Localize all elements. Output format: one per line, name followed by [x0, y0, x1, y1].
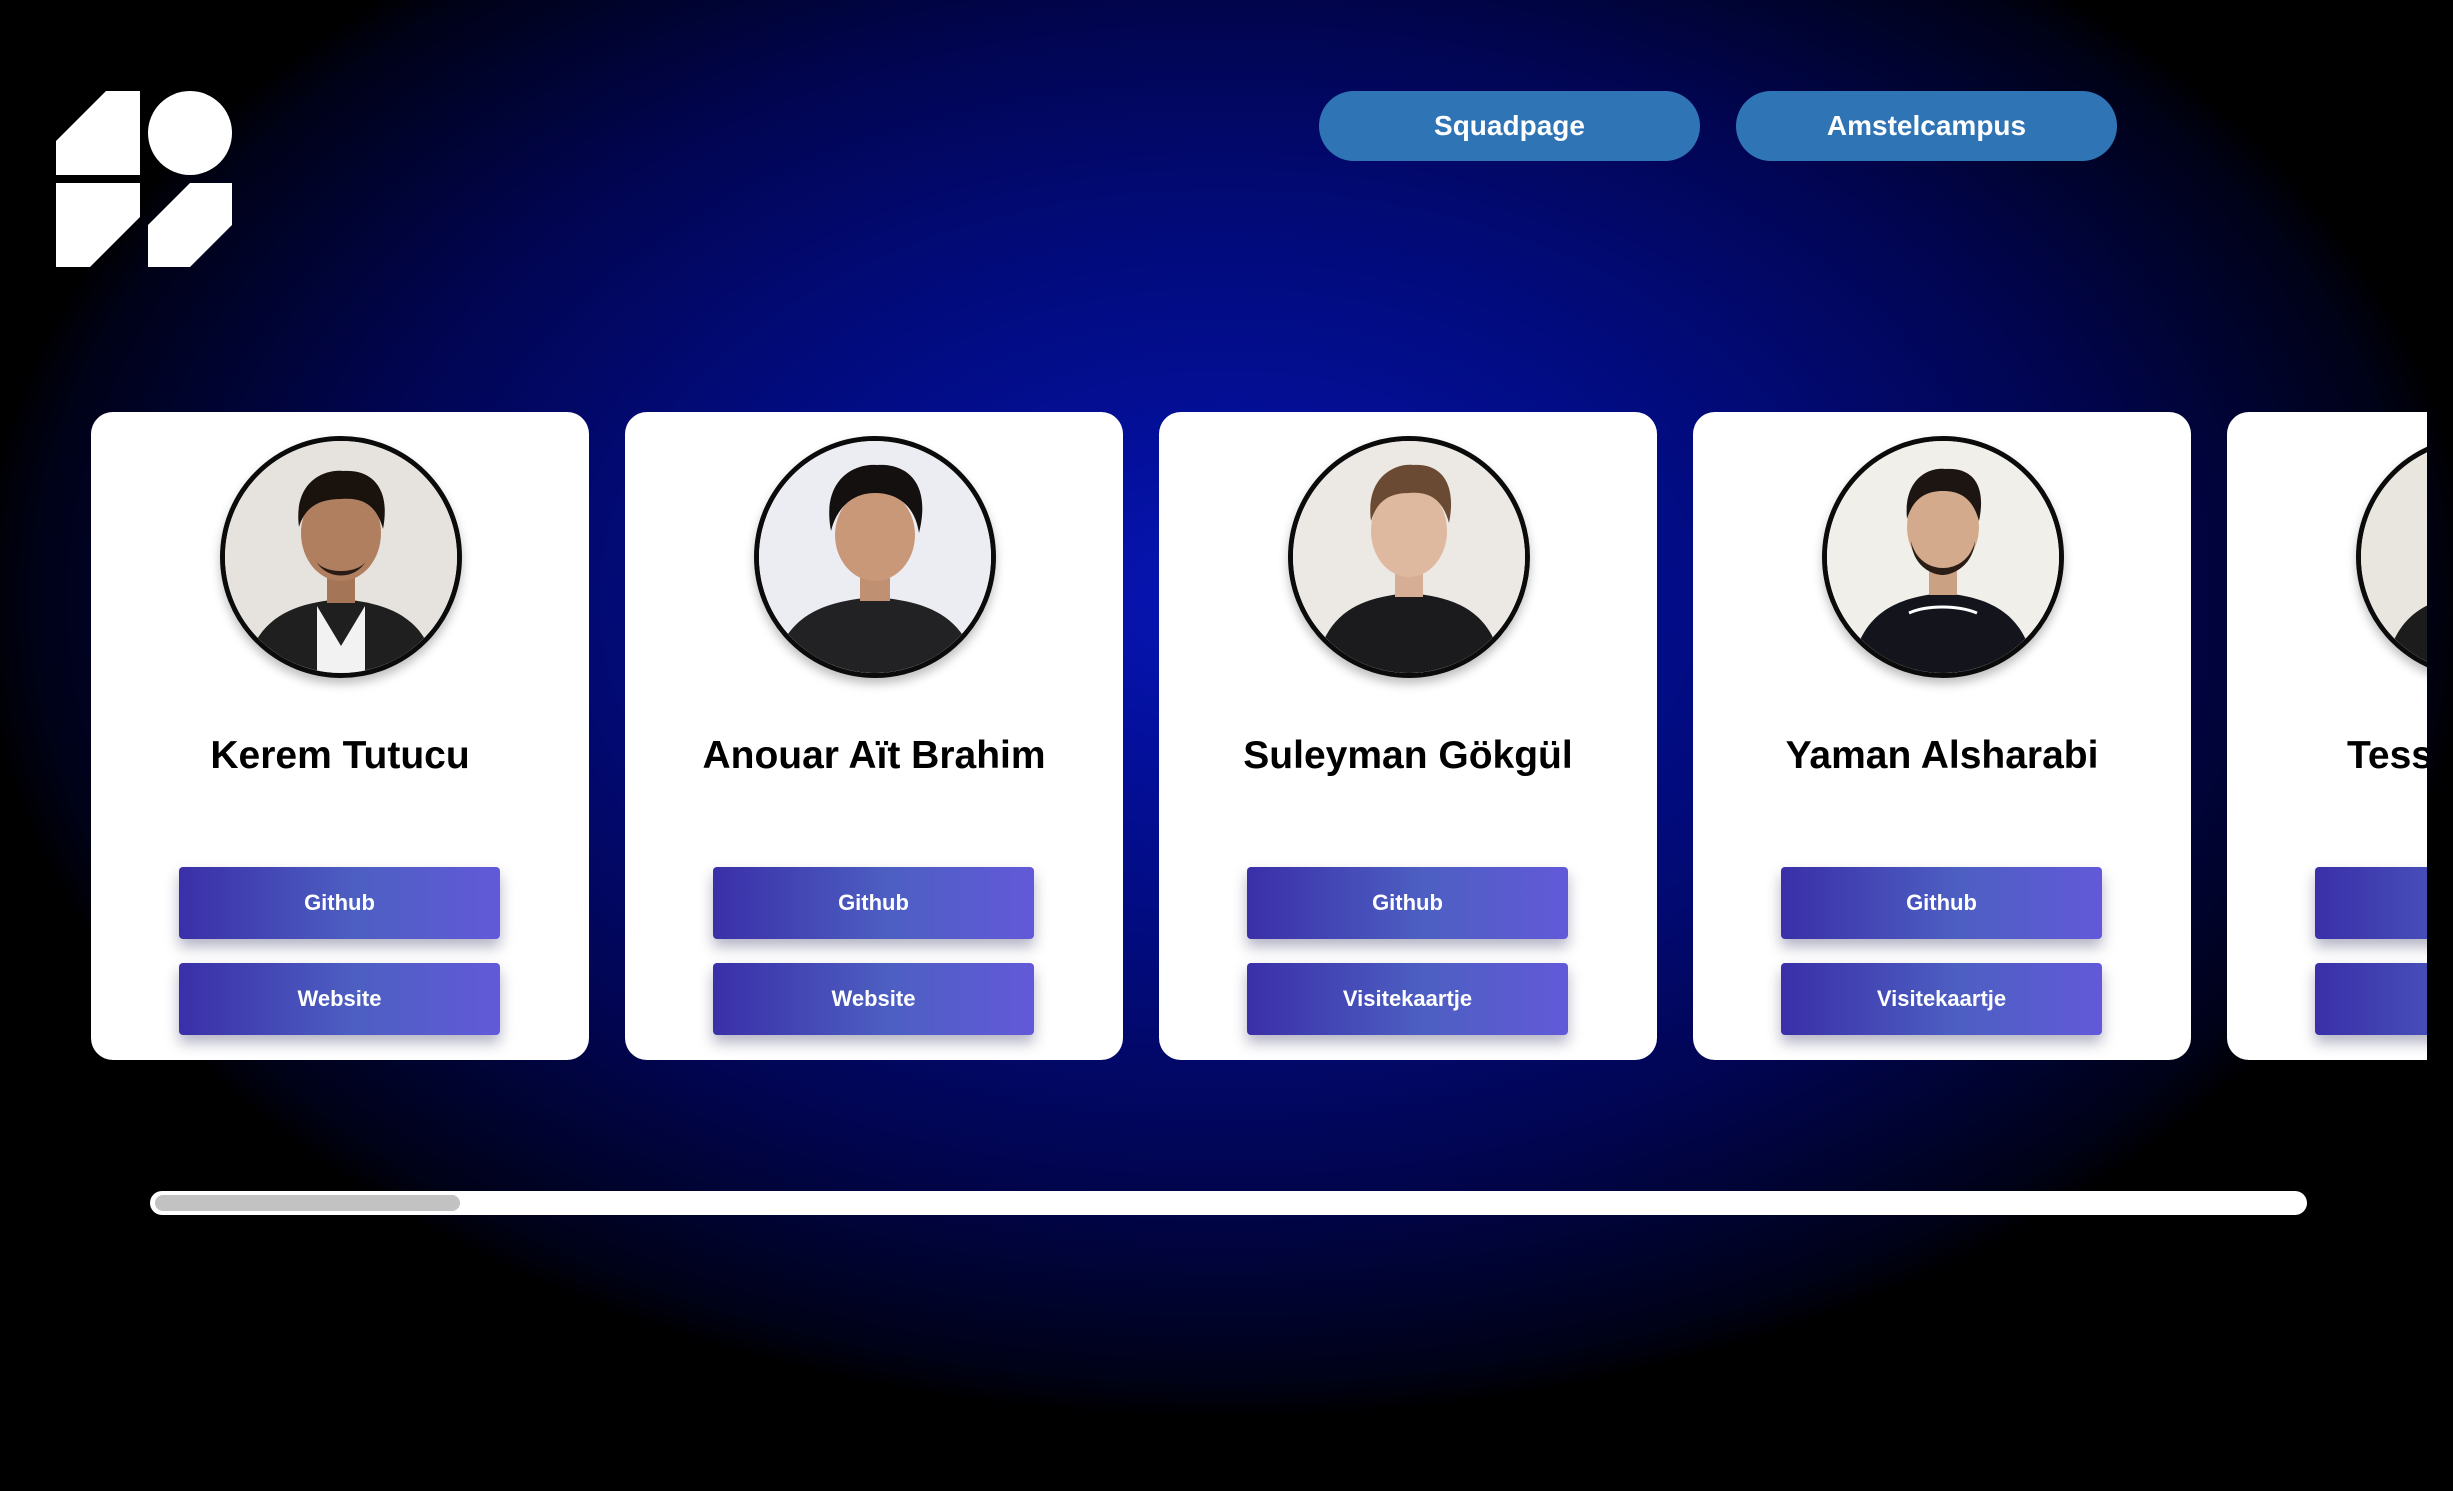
student-cards-carousel[interactable]: Kerem Tutucu Github Website Anouar Aït B… [91, 412, 2427, 1060]
github-button[interactable]: Github [1247, 867, 1568, 939]
student-card: Anouar Aït Brahim Github Website [625, 412, 1123, 1060]
website-button[interactable]: Website [179, 963, 500, 1035]
github-button[interactable]: Github [713, 867, 1034, 939]
student-name: Yaman Alsharabi [1785, 734, 2099, 777]
horizontal-scrollbar[interactable] [150, 1191, 2307, 1215]
visitekaartje-button[interactable]: Visitekaartje [1247, 963, 1568, 1035]
student-name: Tess [2347, 734, 2427, 777]
squadpage-button[interactable]: Squadpage [1319, 91, 1700, 161]
student-photo [754, 436, 996, 678]
fdnd-logo-icon[interactable] [56, 91, 232, 267]
website-button[interactable]: Website [713, 963, 1034, 1035]
website-button[interactable] [2315, 963, 2427, 1035]
student-card: Tess [2227, 412, 2427, 1060]
student-photo [220, 436, 462, 678]
student-card: Suleyman Gökgül Github Visitekaartje [1159, 412, 1657, 1060]
github-button[interactable]: Github [179, 867, 500, 939]
student-photo [1822, 436, 2064, 678]
github-button[interactable]: Github [1781, 867, 2102, 939]
student-name: Suleyman Gökgül [1243, 734, 1573, 777]
visitekaartje-button[interactable]: Visitekaartje [1781, 963, 2102, 1035]
scrollbar-thumb[interactable] [155, 1195, 460, 1211]
student-card: Kerem Tutucu Github Website [91, 412, 589, 1060]
student-card: Yaman Alsharabi Github Visitekaartje [1693, 412, 2191, 1060]
student-name: Anouar Aït Brahim [702, 734, 1046, 777]
student-photo [2356, 436, 2427, 678]
student-photo [1288, 436, 1530, 678]
amstelcampus-button[interactable]: Amstelcampus [1736, 91, 2117, 161]
student-name: Kerem Tutucu [210, 734, 470, 777]
github-button[interactable] [2315, 867, 2427, 939]
